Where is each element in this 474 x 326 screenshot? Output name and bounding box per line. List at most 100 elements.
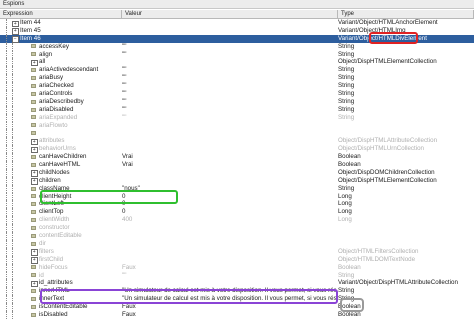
value-cell[interactable]: "" [122,51,336,59]
type-cell: String [338,113,355,121]
watch-row[interactable]: canHaveHTML Vrai Boolean [0,161,474,169]
value-cell[interactable] [122,58,336,66]
expression-label: ariaDescribedby [39,97,84,105]
value-cell[interactable] [122,122,336,130]
value-cell[interactable] [122,169,336,177]
column-header-type[interactable]: Type [338,10,474,19]
tree-guide-line [12,208,14,217]
value-cell[interactable]: "" [122,82,336,90]
value-cell[interactable] [122,27,336,35]
value-cell[interactable] [122,145,336,153]
value-cell[interactable]: "" [122,66,336,74]
value-cell[interactable]: Faux [122,303,336,311]
type-cell: Long [338,216,352,224]
type-cell: String [338,74,355,82]
value-cell[interactable] [122,137,336,145]
tree-guide-line [12,247,14,256]
watch-row[interactable]: + attributes Object/DispHTMLAttributeColle… [0,137,474,146]
value-cell[interactable]: "" [122,106,336,114]
type-cell: Variant/Object/HTMLAnchorElement [338,19,438,26]
tree-guide-line [12,82,14,91]
watch-row[interactable]: ariaDisabled "" String [0,105,474,114]
tree-guide-line [6,224,8,233]
value-cell[interactable] [122,224,336,232]
watch-row[interactable]: + id_attributes Variant/Object/DispHTMLAtt… [0,279,474,288]
column-header-expression[interactable]: Expression [0,10,122,19]
watch-row[interactable]: + children Object/DispHTMLElementCollectio… [0,176,474,185]
value-cell[interactable]: "" [122,74,336,82]
watch-row[interactable]: canHaveChildren Vrai Boolean [0,153,474,162]
watch-row[interactable]: contentEditable [0,232,474,240]
tree-guide-line [12,184,14,193]
value-cell[interactable]: "" [122,43,336,51]
value-cell[interactable] [122,279,336,287]
expression-label: dir [39,239,46,247]
value-cell[interactable] [122,129,336,137]
tree-guide-line [6,50,8,59]
value-cell[interactable] [122,35,336,43]
watch-row[interactable]: ariaControls "" String [0,90,474,98]
column-header-value[interactable]: Valeur [122,10,338,19]
watch-row[interactable]: clientTop 0 Long [0,208,474,217]
expression-cell: contentEditable [0,232,118,240]
tree-guide-line [6,295,8,304]
value-cell[interactable]: "" [122,98,336,106]
watch-row[interactable]: ariaChecked "" String [0,82,474,91]
watch-row[interactable]: ariaBusy "" String [0,74,474,83]
watch-row[interactable]: ariaActivedescendant "" String [0,66,474,75]
type-cell: String [338,66,355,74]
watch-row[interactable]: + all Object/DispHTMLElementCollection [0,58,474,67]
watch-row[interactable]: align "" String [0,50,474,59]
watch-row[interactable]: dir [0,239,474,248]
value-cell[interactable] [122,240,336,248]
value-cell[interactable]: "" [122,272,336,280]
value-cell[interactable]: "" [122,90,336,98]
value-cell[interactable]: Faux [122,311,336,319]
expression-cell: + attributes [0,137,118,146]
watch-row[interactable]: + behaviorUrns Object/DispHTMLUrnCollectio… [0,145,474,154]
watch-row[interactable]: ariaExpanded "" String [0,113,474,122]
expression-cell: isDisabled [0,310,118,319]
watch-row[interactable]: constructor [0,224,474,233]
expression-label: children [39,176,61,184]
tree-guide-line [6,82,8,91]
watch-row[interactable]: clientWidth 400 Long [0,216,474,225]
watch-row[interactable]: isDisabled Faux Boolean [0,310,474,319]
expression-cell: clientWidth [0,216,118,225]
expression-label: ariaDisabled [39,105,74,113]
value-cell[interactable] [122,248,336,256]
tree-guide-line [12,239,14,248]
value-cell[interactable]: 0 [122,208,336,216]
tree-guide-line [12,58,14,67]
tree-guide-line [6,184,8,193]
expression-cell: clientTop [0,208,118,217]
expression-cell: + all [0,58,118,67]
watch-row[interactable]: ariaFlowto [0,121,474,130]
watch-row[interactable]: + filters Object/HTMLFiltersCollection [0,247,474,256]
property-icon [31,44,36,49]
value-cell[interactable] [122,256,336,264]
expression-cell: ariaFlowto [0,121,118,130]
value-cell[interactable]: Vrai [122,161,336,169]
value-cell[interactable]: Faux [122,264,336,272]
watch-row[interactable]: ariaDescribedby "" String [0,97,474,106]
watch-row[interactable]: + Item 44 Variant/Object/HTMLAnchorElement [0,19,474,27]
expression-cell: + childNodes [0,168,118,177]
expression-cell: + filters [0,247,118,256]
watch-row[interactable]: + childNodes Object/DispDOMChildrenCollect… [0,168,474,177]
tree-guide-line [12,113,14,122]
watch-row[interactable] [0,129,474,138]
value-cell[interactable]: "" [122,114,336,122]
tree-guide-line [12,200,14,209]
value-cell[interactable] [122,177,336,185]
watch-row[interactable]: + firstChild Object/HTMLDOMTextNode [0,255,474,264]
value-cell[interactable]: Vrai [122,153,336,161]
value-cell[interactable] [122,232,336,240]
watch-row[interactable]: id "" String [0,271,474,280]
expression-label: ariaControls [39,90,73,98]
watch-row[interactable]: hideFocus Faux Boolean [0,263,474,272]
value-cell[interactable] [122,19,336,27]
watch-row[interactable]: isContentEditable Faux Boolean [0,303,474,311]
type-cell: Object/DispHTMLElementCollection [338,58,437,66]
value-cell[interactable]: 400 [122,216,336,224]
